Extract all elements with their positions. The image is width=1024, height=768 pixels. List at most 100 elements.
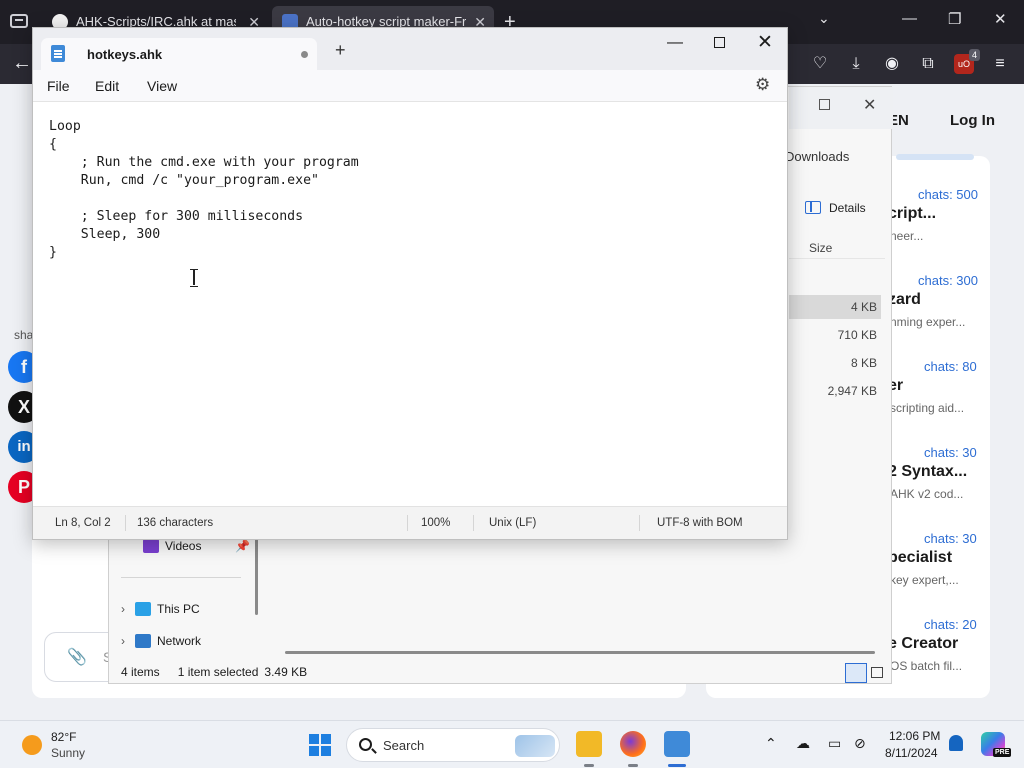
menu-edit[interactable]: Edit xyxy=(95,78,119,94)
sun-icon[interactable] xyxy=(22,735,42,755)
chevron-down-icon[interactable]: ⌄ xyxy=(818,10,830,27)
cursor-position: Ln 8, Col 2 xyxy=(55,517,111,529)
menu-view[interactable]: View xyxy=(147,78,177,94)
text-editor[interactable]: Loop { ; Run the cmd.exe with your progr… xyxy=(33,102,787,506)
zoom-level[interactable]: 100% xyxy=(421,517,450,529)
tab-hotkeys-ahk[interactable]: hotkeys.ahk xyxy=(41,38,317,70)
file-row[interactable]: 710 KB xyxy=(789,323,881,347)
pocket-icon[interactable]: ♡ xyxy=(810,54,830,74)
download-icon[interactable]: ⤓ xyxy=(846,54,866,74)
menu-file[interactable]: File xyxy=(47,78,70,94)
ublock-extension-icon[interactable]: uO 4 xyxy=(954,49,980,74)
chevron-right-icon[interactable]: › xyxy=(121,634,135,648)
search-label: Search xyxy=(383,738,425,753)
selection-size: 3.49 KB xyxy=(264,665,308,679)
chevron-up-icon[interactable]: ⌃ xyxy=(765,735,777,752)
pin-icon[interactable]: 📌 xyxy=(235,539,250,553)
notepad-statusbar: Ln 8, Col 2 136 characters 100% Unix (LF… xyxy=(33,506,787,539)
gear-icon[interactable]: ⚙ xyxy=(755,75,770,95)
search-icon xyxy=(359,738,372,751)
explorer-statusbar: 4 items 1 item selected 3.49 KB xyxy=(121,665,325,679)
notepad-menubar: File Edit View ⚙ xyxy=(33,70,787,102)
minimize-icon[interactable]: — xyxy=(902,10,917,27)
start-button[interactable] xyxy=(309,734,331,756)
share-label: sha xyxy=(14,328,34,342)
file-row[interactable]: 4 KB xyxy=(789,295,881,319)
close-icon[interactable]: ✕ xyxy=(994,10,1007,28)
extensions-icon[interactable]: ⧉ xyxy=(918,54,938,74)
tiles-view-button[interactable] xyxy=(871,667,883,678)
close-icon[interactable]: ✕ xyxy=(757,31,773,54)
details-view-button[interactable] xyxy=(845,663,867,683)
nav-label: Network xyxy=(157,634,202,648)
windows-logo-pane xyxy=(309,734,319,744)
running-indicator xyxy=(628,764,638,767)
extension-badge-count: 4 xyxy=(968,49,980,61)
chevron-right-icon[interactable]: › xyxy=(121,602,135,616)
clock-date[interactable]: 8/11/2024 xyxy=(885,746,938,760)
breadcrumb[interactable]: Downloads xyxy=(785,149,849,164)
notepad-window: hotkeys.ahk + — ✕ File Edit View ⚙ Loop … xyxy=(32,27,788,540)
explorer-titlebar xyxy=(789,87,893,129)
maximize-icon[interactable] xyxy=(714,37,725,48)
windows-logo-pane xyxy=(321,746,331,756)
nav-item-videos[interactable]: Videos 📌 xyxy=(143,539,250,553)
horizontal-scrollbar[interactable] xyxy=(285,651,875,654)
computer-icon xyxy=(135,602,151,616)
file-row[interactable]: 8 KB xyxy=(789,351,881,375)
taskbar: 82°F Sunny Search ⌃ ☁ ▭ ⊘ 12:06 PM 8/11/… xyxy=(0,720,1024,768)
details-pane-icon xyxy=(805,201,821,214)
editor-content[interactable]: Loop { ; Run the cmd.exe with your progr… xyxy=(49,118,359,262)
notepad-icon xyxy=(51,45,65,62)
weather-condition[interactable]: Sunny xyxy=(51,746,85,760)
text-cursor-icon xyxy=(190,269,198,287)
line-ending[interactable]: Unix (LF) xyxy=(489,517,536,529)
new-tab-button[interactable]: + xyxy=(335,40,346,61)
minimize-icon[interactable]: — xyxy=(667,34,683,52)
firefox-icon[interactable] xyxy=(620,731,646,757)
nav-item-network[interactable]: › Network xyxy=(121,634,201,648)
network-icon xyxy=(135,634,151,648)
file-row[interactable]: 2,947 KB xyxy=(789,379,881,403)
status-divider xyxy=(473,515,474,531)
file-explorer-icon[interactable] xyxy=(576,731,602,757)
account-icon[interactable]: ◉ xyxy=(882,54,902,74)
item-count: 4 items xyxy=(121,665,160,679)
details-button[interactable]: Details xyxy=(805,201,866,215)
login-link[interactable]: Log In xyxy=(950,112,995,129)
tab-title: hotkeys.ahk xyxy=(87,47,163,62)
panel-pill xyxy=(896,154,974,160)
bot-title: cript... xyxy=(888,205,937,222)
bot-desc: AHK v2 cod... xyxy=(890,487,964,501)
size-column-header[interactable]: Size xyxy=(789,237,885,259)
cloud-offline-icon[interactable]: ☁ xyxy=(796,735,810,752)
display-icon[interactable]: ▭ xyxy=(828,735,841,752)
back-arrow-icon[interactable]: ← xyxy=(12,52,32,75)
network-status-icon[interactable]: ⊘ xyxy=(854,735,866,752)
chat-count: chats: 30 xyxy=(924,531,977,546)
taskbar-search[interactable]: Search xyxy=(346,728,560,762)
bot-title: 2 Syntax... xyxy=(888,463,968,480)
maximize-icon[interactable] xyxy=(819,99,830,110)
tab-overview-icon[interactable] xyxy=(10,14,28,28)
clock-time[interactable]: 12:06 PM xyxy=(889,729,940,743)
selection-count: 1 item selected xyxy=(177,665,259,679)
status-divider xyxy=(639,515,640,531)
paperclip-icon[interactable]: 📎 xyxy=(67,647,87,667)
encoding[interactable]: UTF-8 with BOM xyxy=(657,517,743,529)
details-label: Details xyxy=(829,201,866,215)
weather-temperature[interactable]: 82°F xyxy=(51,730,76,744)
bot-desc: scripting aid... xyxy=(890,401,965,415)
menu-icon[interactable]: ≡ xyxy=(990,54,1010,74)
status-divider xyxy=(407,515,408,531)
bell-icon[interactable] xyxy=(949,735,963,751)
bot-title: zard xyxy=(888,291,921,308)
nav-divider xyxy=(121,577,241,578)
unsaved-dot-icon[interactable] xyxy=(301,51,308,58)
notepad-icon[interactable] xyxy=(664,731,690,757)
close-icon[interactable]: ✕ xyxy=(863,95,876,115)
videos-icon xyxy=(143,539,159,553)
restore-icon[interactable]: ❐ xyxy=(948,10,961,28)
nav-item-this-pc[interactable]: › This PC xyxy=(121,602,200,616)
nav-scrollbar[interactable] xyxy=(255,539,258,615)
